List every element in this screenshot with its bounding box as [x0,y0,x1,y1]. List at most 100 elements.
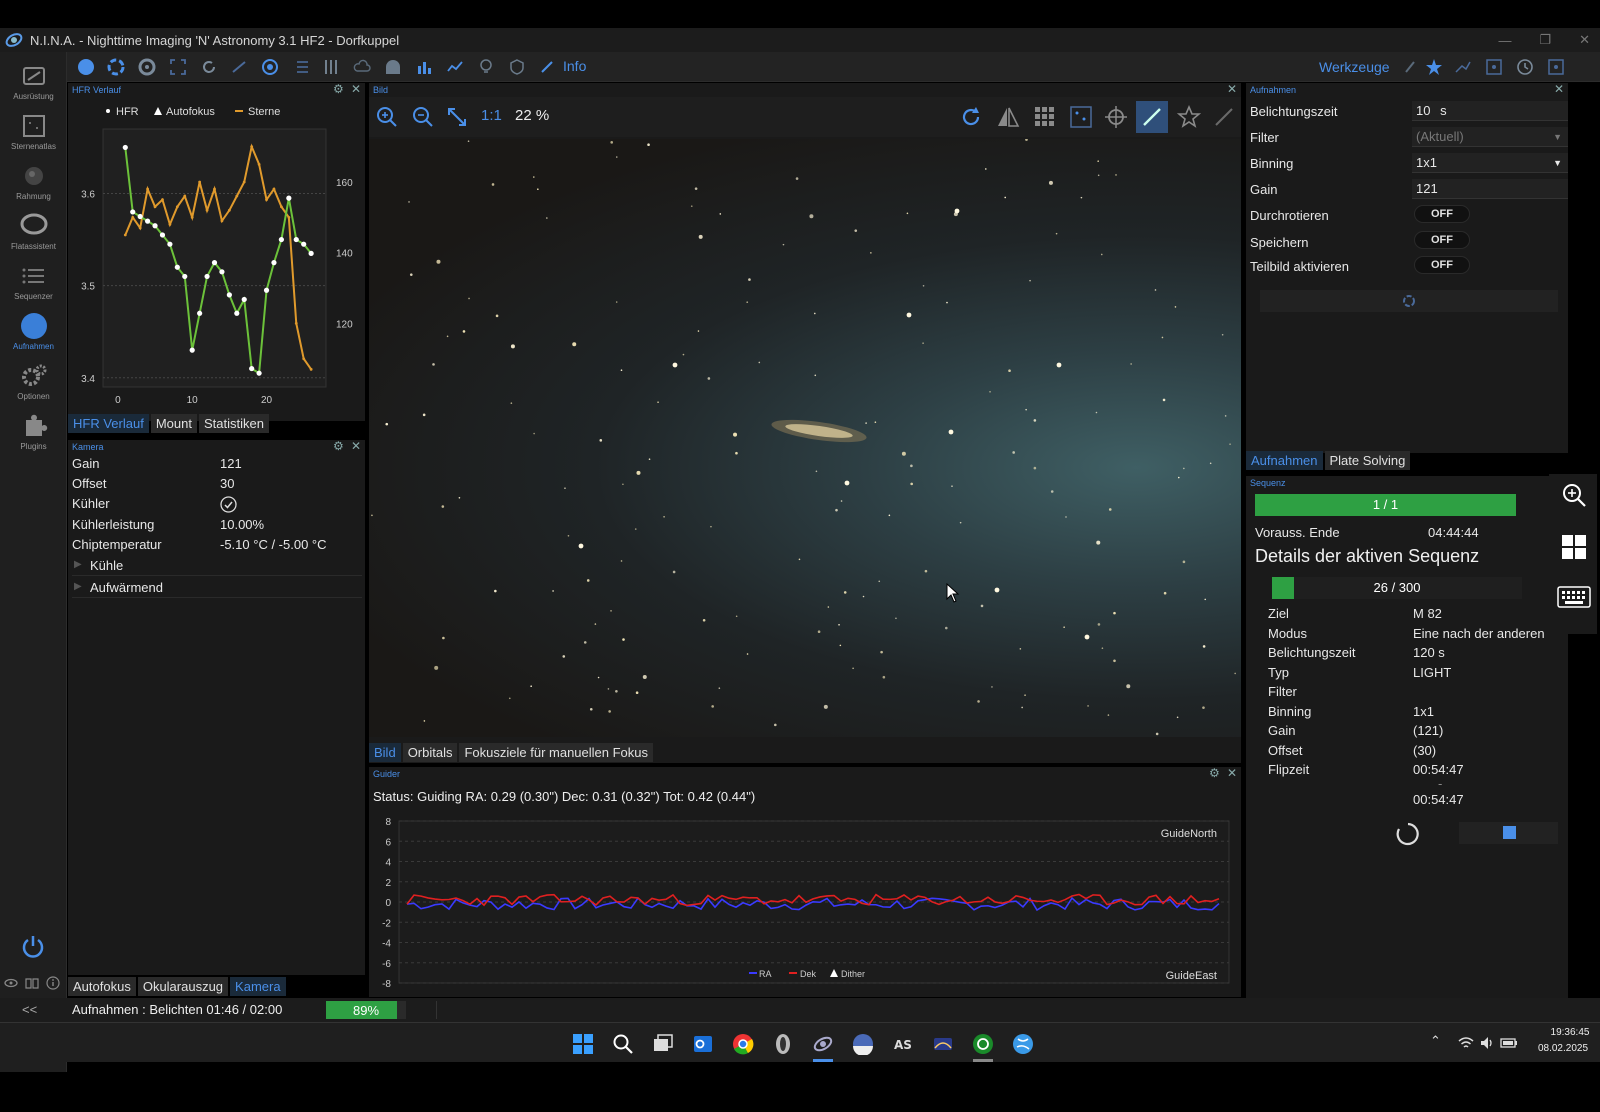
switch-icon[interactable] [322,58,340,76]
filterwheel-icon[interactable] [107,58,125,76]
crosshair-icon[interactable] [1104,105,1128,129]
star-tool-icon[interactable] [1425,58,1443,76]
info-tab[interactable]: Info [563,58,586,74]
expander-cool[interactable]: ▶ Kühle [72,554,362,576]
astro-image[interactable] [369,139,1241,737]
battery-icon[interactable] [1500,1035,1518,1051]
settings-icon[interactable]: ⚙ [1209,766,1220,780]
tab-autofocus[interactable]: Autofokus [68,977,136,996]
measure-tool-icon[interactable] [1454,58,1472,76]
safety-shield-icon[interactable] [508,58,526,76]
chart-bars-icon[interactable] [415,58,433,76]
info-telescope-icon[interactable] [539,58,557,76]
filter-select[interactable]: (Aktuell) ▼ [1412,127,1568,147]
nav-imaging[interactable]: Aufnahmen [0,312,67,351]
focuser-icon[interactable] [138,58,156,76]
save-toggle[interactable]: OFF [1414,231,1470,249]
info-circle-icon[interactable] [46,976,60,990]
expander-warm[interactable]: ▶ Aufwärmend [72,576,362,598]
asi-studio-icon[interactable]: AS [892,1033,914,1055]
telescope-aim-icon[interactable] [1212,105,1236,129]
tab-mount[interactable]: Mount [150,414,197,433]
windows-start-icon[interactable] [572,1033,594,1055]
chrome-icon[interactable] [732,1033,754,1055]
nav-sequencer[interactable]: Sequenzer [0,262,67,301]
star-icon[interactable] [1177,105,1201,129]
guider-icon[interactable] [261,58,279,76]
tab-imaging[interactable]: Aufnahmen [1246,451,1323,470]
grid-icon[interactable] [1033,105,1057,129]
sequence-list-icon[interactable] [292,58,310,76]
book-icon[interactable] [25,976,39,990]
layout-icon[interactable] [1547,58,1565,76]
binning-select[interactable]: 1x1 ▼ [1412,153,1568,173]
nina-taskbar-icon[interactable] [812,1033,834,1055]
chart-line-icon[interactable] [446,58,464,76]
rotate-icon[interactable] [959,105,983,129]
bulb-icon[interactable] [477,58,495,76]
rotator-icon[interactable] [200,58,218,76]
nav-star-atlas[interactable]: Sternenatlas [0,112,67,151]
frame-icon[interactable] [169,58,187,76]
zoom-one-to-one-button[interactable]: 1:1 [481,107,502,124]
settings-icon[interactable]: ⚙ [333,82,344,96]
keyboard-icon[interactable] [1557,586,1591,608]
loop-toggle[interactable]: OFF [1414,205,1470,223]
settings-icon[interactable]: ⚙ [333,439,344,453]
grid-tool-icon[interactable] [1485,58,1503,76]
star-detect-icon[interactable] [1069,105,1093,129]
close-button[interactable]: ✕ [1579,32,1590,48]
scope-tool-icon[interactable] [1402,58,1420,76]
nav-equipment[interactable]: Ausrüstung [0,62,67,101]
stretch-toggle[interactable] [1136,101,1168,133]
collapse-nav-button[interactable]: << [22,1002,37,1017]
nav-framing[interactable]: Rahmung [0,162,67,201]
tab-plate-solving[interactable]: Plate Solving [1324,451,1411,470]
tab-orbitals[interactable]: Orbitals [402,743,458,762]
wifi-icon[interactable] [1458,1035,1474,1051]
eye-icon[interactable] [4,976,18,990]
search-icon[interactable] [612,1033,634,1055]
dome-icon[interactable] [384,58,402,76]
power-icon[interactable] [20,934,46,960]
minimize-button[interactable]: — [1498,33,1511,48]
zoom-out-icon[interactable] [411,105,435,129]
camera-connected-icon[interactable] [77,58,95,76]
zoom-in-icon[interactable] [375,105,399,129]
weather-icon[interactable] [353,58,371,76]
fit-icon[interactable] [445,105,469,129]
close-panel-icon[interactable]: ✕ [1227,82,1237,96]
maximize-button[interactable]: ❐ [1539,32,1551,48]
exposure-input[interactable]: 10 s [1412,101,1568,121]
tools-menu[interactable]: Werkzeuge [1319,59,1390,75]
planet-app-icon[interactable] [852,1033,874,1055]
tab-focus-targets[interactable]: Fokusziele für manuellen Fokus [459,743,654,762]
tray-chevron-up-icon[interactable]: ⌃ [1430,1033,1441,1049]
capture-button[interactable] [1260,290,1558,312]
task-view-icon[interactable] [652,1033,674,1055]
clock-date[interactable]: 08.02.2025 [1528,1043,1598,1054]
nav-flat-wizard[interactable]: Flatassistent [0,212,67,251]
close-panel-icon[interactable]: ✕ [1227,766,1237,780]
tab-statistics[interactable]: Statistiken [198,414,269,433]
tab-camera[interactable]: Kamera [230,977,286,996]
windows-grid-icon[interactable] [1561,534,1587,560]
gain-input[interactable]: 121 [1412,179,1568,199]
subframe-toggle[interactable]: OFF [1414,256,1470,274]
history-icon[interactable] [1516,58,1534,76]
tab-image[interactable]: Bild [369,743,401,762]
sky-app-icon[interactable] [932,1033,954,1055]
magnifier-icon[interactable] [1561,482,1587,508]
telescope-icon[interactable] [230,58,248,76]
flip-icon[interactable] [996,105,1020,129]
outlook-icon[interactable] [692,1033,714,1055]
astro-app-icon[interactable] [772,1033,794,1055]
stop-button[interactable] [1459,822,1558,844]
close-panel-icon[interactable]: ✕ [351,82,361,96]
close-panel-icon[interactable]: ✕ [1554,82,1564,96]
globe-app-icon[interactable] [1012,1033,1034,1055]
volume-icon[interactable] [1479,1035,1495,1051]
nav-plugins[interactable]: Plugins [0,412,67,451]
nav-options[interactable]: Optionen [0,362,67,401]
tab-hfr-history[interactable]: HFR Verlauf [68,414,149,433]
